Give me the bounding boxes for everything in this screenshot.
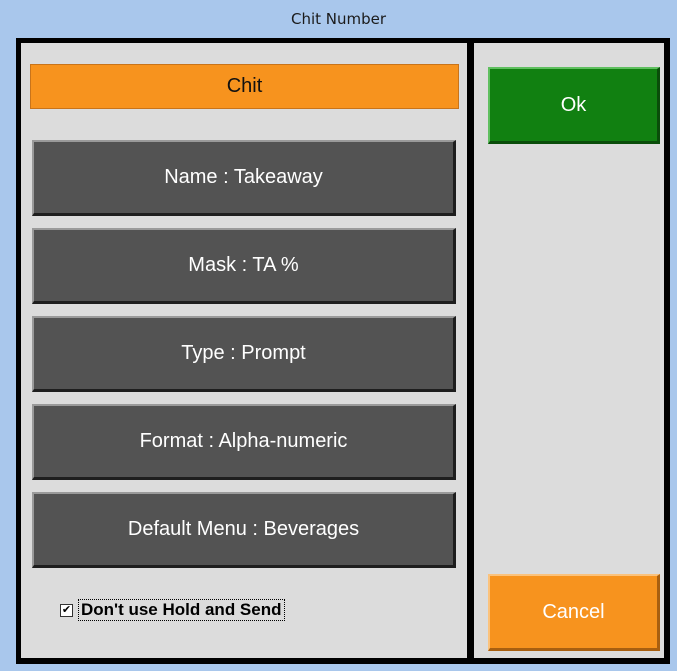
name-button[interactable]: Name : Takeaway: [32, 140, 456, 216]
hold-and-send-checkbox-row[interactable]: ✔ Don't use Hold and Send: [60, 599, 285, 621]
window-title: Chit Number: [290, 10, 387, 28]
format-button[interactable]: Format : Alpha-numeric: [32, 404, 456, 480]
hold-and-send-checkbox[interactable]: ✔: [60, 603, 73, 617]
mask-button[interactable]: Mask : TA %: [32, 228, 456, 304]
default-menu-button[interactable]: Default Menu : Beverages: [32, 492, 456, 568]
chit-header: Chit: [30, 64, 459, 109]
ok-button[interactable]: Ok: [488, 67, 660, 144]
cancel-button[interactable]: Cancel: [488, 574, 660, 651]
chit-number-dialog: Chit Number Chit Name : Takeaway Mask : …: [0, 0, 677, 671]
dialog-client-area: Chit Name : Takeaway Mask : TA % Type : …: [16, 38, 670, 664]
hold-and-send-label[interactable]: Don't use Hold and Send: [78, 599, 285, 621]
type-button[interactable]: Type : Prompt: [32, 316, 456, 392]
